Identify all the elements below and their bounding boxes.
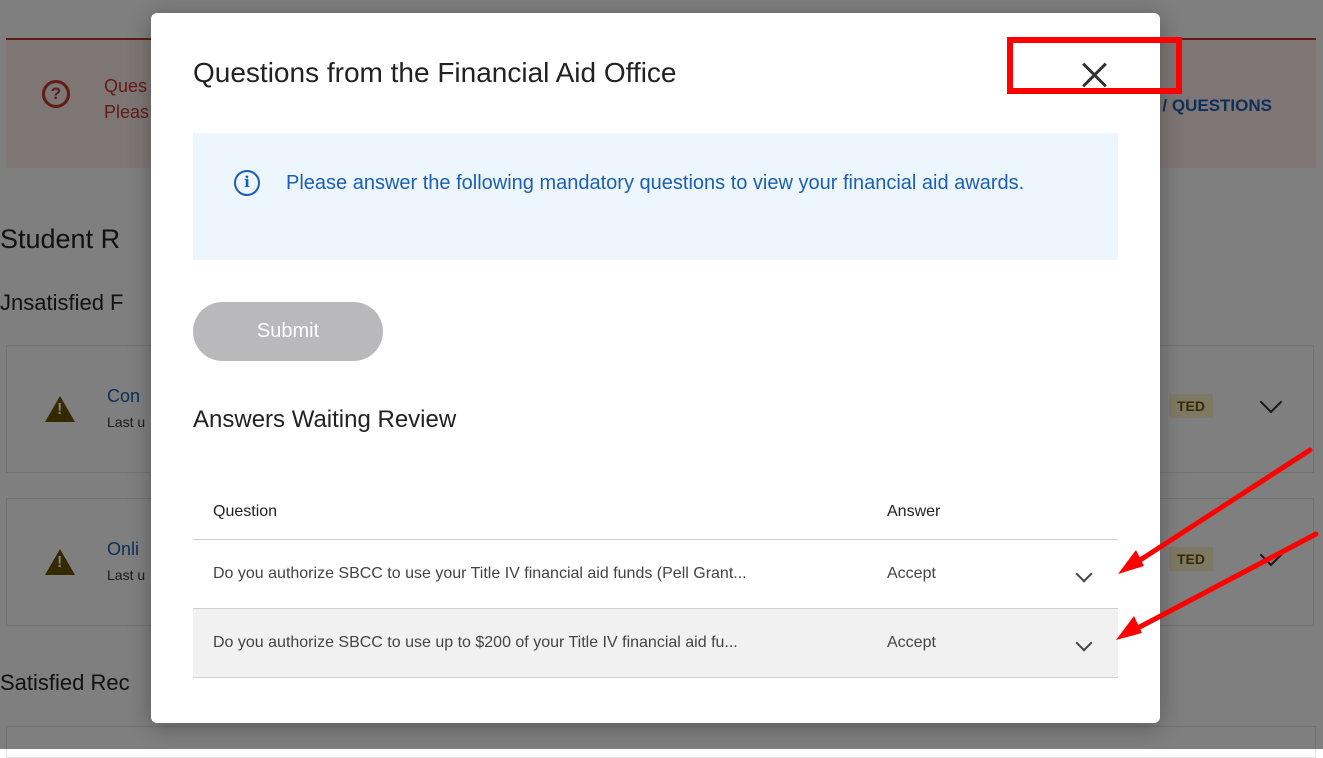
question-cell: Do you authorize SBCC to use up to $200 … (213, 634, 738, 651)
table-header: Question Answer (193, 485, 1118, 540)
question-column-header: Question (213, 503, 278, 520)
submit-button[interactable]: Submit (193, 302, 383, 361)
answers-section-title: Answers Waiting Review (193, 406, 457, 433)
question-cell: Do you authorize SBCC to use your Title … (213, 565, 747, 582)
chevron-down-icon[interactable] (1075, 565, 1093, 583)
chevron-down-icon[interactable] (1075, 634, 1093, 652)
answers-table: Question Answer Do you authorize SBCC to… (193, 485, 1118, 678)
questions-modal: Questions from the Financial Aid Office … (151, 13, 1182, 723)
table-row[interactable]: Do you authorize SBCC to use your Title … (193, 540, 1118, 609)
info-text: Please answer the following mandatory qu… (286, 172, 1025, 194)
info-icon: i (234, 170, 260, 196)
modal-title: Questions from the Financial Aid Office (193, 57, 677, 88)
close-icon[interactable] (1081, 61, 1109, 89)
table-row[interactable]: Do you authorize SBCC to use up to $200 … (193, 609, 1118, 678)
answer-cell: Accept (887, 565, 936, 582)
answer-column-header: Answer (887, 503, 941, 520)
info-message: i Please answer the following mandatory … (193, 133, 1118, 260)
answer-cell: Accept (887, 634, 936, 651)
